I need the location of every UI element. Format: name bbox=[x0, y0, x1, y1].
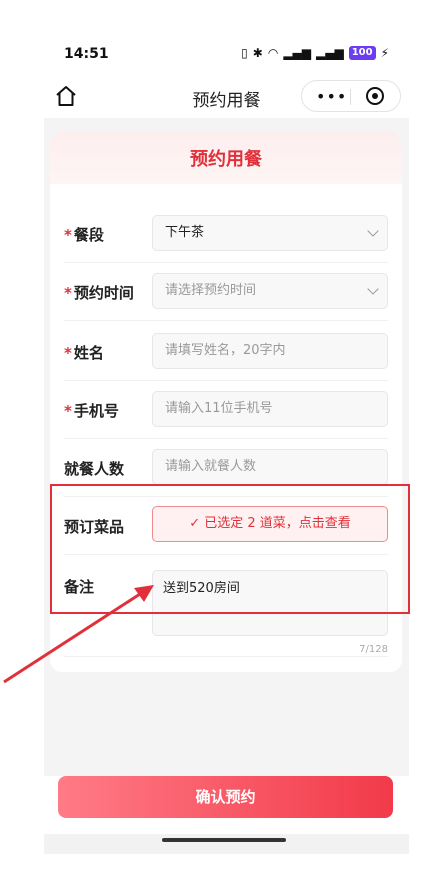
row-reservation-time: * 预约时间 请选择预约时间 bbox=[64, 262, 388, 321]
status-bar: 14:51 ▯ ✱ ◠ ▂▄▆ ▂▄▆ 100 ⚡ bbox=[44, 36, 409, 70]
meal-period-select[interactable]: 下午茶 bbox=[152, 215, 388, 251]
mini-program-capsule: ••• bbox=[301, 80, 401, 112]
vibrate-icon: ▯ bbox=[241, 46, 248, 60]
chevron-down-icon bbox=[367, 283, 379, 295]
remark-char-counter: 7/128 bbox=[359, 644, 388, 655]
wifi-icon: ◠ bbox=[267, 46, 279, 60]
chevron-down-icon bbox=[367, 225, 379, 237]
annotation-arrow-icon bbox=[3, 585, 154, 684]
phone-input[interactable]: 请输入11位手机号 bbox=[152, 391, 388, 427]
more-icon[interactable]: ••• bbox=[316, 87, 347, 106]
name-label: * 姓名 bbox=[64, 344, 104, 362]
status-time: 14:51 bbox=[64, 46, 109, 62]
signal-icon: ▂▄▆ bbox=[283, 46, 311, 60]
card-title: 预约用餐 bbox=[50, 132, 402, 184]
required-mark: * bbox=[64, 402, 72, 420]
row-meal-period: * 餐段 下午茶 bbox=[64, 204, 388, 263]
row-phone: * 手机号 请输入11位手机号 bbox=[64, 380, 388, 439]
home-indicator bbox=[162, 838, 286, 842]
confirm-reservation-button[interactable]: 确认预约 bbox=[58, 776, 393, 818]
phone-label: * 手机号 bbox=[64, 402, 119, 420]
reservation-time-label: * 预约时间 bbox=[64, 284, 134, 302]
name-input[interactable]: 请填写姓名，20字内 bbox=[152, 333, 388, 369]
phone-screen: 14:51 ▯ ✱ ◠ ▂▄▆ ▂▄▆ 100 ⚡ 预约用餐 ••• 预约用餐 … bbox=[44, 0, 409, 878]
battery-icon: 100 bbox=[348, 46, 376, 60]
meal-period-label: * 餐段 bbox=[64, 226, 104, 244]
signal-icon-2: ▂▄▆ bbox=[316, 46, 344, 60]
party-size-label: 就餐人数 bbox=[64, 460, 125, 478]
bluetooth-icon: ✱ bbox=[252, 46, 263, 60]
bottom-bar: 确认预约 bbox=[44, 776, 409, 836]
bottom-safe-area bbox=[44, 834, 409, 854]
required-mark: * bbox=[64, 344, 72, 362]
party-size-input[interactable]: 请输入就餐人数 bbox=[152, 449, 388, 485]
capsule-divider bbox=[350, 89, 351, 105]
required-mark: * bbox=[64, 226, 72, 244]
charging-icon: ⚡ bbox=[380, 46, 389, 60]
nav-bar: 预约用餐 ••• bbox=[44, 76, 409, 116]
row-name: * 姓名 请填写姓名，20字内 bbox=[64, 322, 388, 381]
close-target-icon[interactable] bbox=[366, 87, 384, 105]
status-icons: ▯ ✱ ◠ ▂▄▆ ▂▄▆ 100 ⚡ bbox=[241, 46, 389, 60]
required-mark: * bbox=[64, 284, 72, 302]
reservation-time-select[interactable]: 请选择预约时间 bbox=[152, 273, 388, 309]
